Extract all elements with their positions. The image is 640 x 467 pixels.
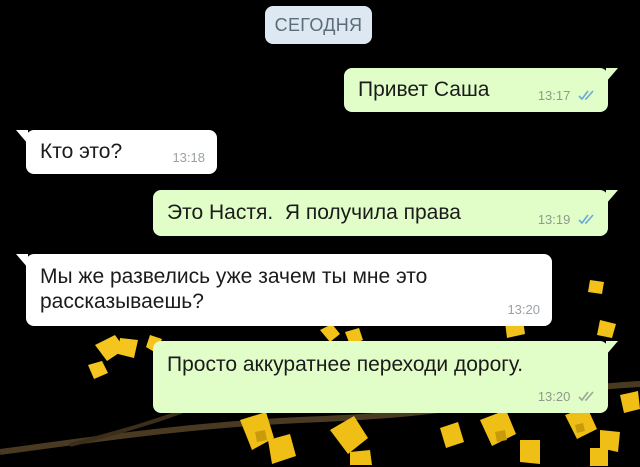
message-meta: 13:19 bbox=[538, 213, 596, 227]
bubble-tail-shape bbox=[16, 130, 28, 144]
message-text: Это Настя. Я получила права bbox=[167, 201, 461, 224]
message-meta: 13:20 bbox=[538, 390, 596, 404]
message-meta: 13:20 bbox=[507, 303, 540, 317]
outgoing-message-bubble[interactable]: Привет Саша 13:17 bbox=[344, 68, 618, 112]
incoming-message-bubble[interactable]: Мы же развелись уже зачем ты мне это рас… bbox=[16, 254, 552, 326]
date-separator-label: СЕГОДНЯ bbox=[274, 15, 363, 35]
message-meta: 13:18 bbox=[172, 151, 205, 165]
message-text: Просто аккуратнее переходи дорогу. bbox=[167, 353, 524, 376]
outgoing-message-bubble[interactable]: Просто аккуратнее переходи дорогу. 13:20 bbox=[153, 341, 618, 413]
message-time: 13:18 bbox=[172, 150, 205, 165]
double-check-icon bbox=[578, 90, 594, 101]
chat-screen: СЕГОДНЯ Привет Саша 13:17 Кто это? 13:18… bbox=[0, 0, 640, 467]
date-separator-chip: СЕГОДНЯ bbox=[265, 6, 372, 44]
message-meta: 13:17 bbox=[538, 89, 596, 103]
bubble-tail-shape bbox=[16, 254, 28, 268]
double-check-icon bbox=[578, 214, 594, 225]
bubble-tail-shape bbox=[606, 68, 618, 82]
message-time: 13:20 bbox=[537, 389, 571, 404]
message-text-line: рассказываешь? bbox=[40, 290, 204, 313]
message-time: 13:20 bbox=[507, 302, 540, 317]
message-text: Привет Саша bbox=[358, 78, 490, 101]
message-text: Кто это? bbox=[40, 140, 123, 163]
message-time: 13:19 bbox=[537, 212, 571, 227]
bubble-tail-shape bbox=[606, 341, 618, 355]
outgoing-message-bubble[interactable]: Это Настя. Я получила права 13:19 bbox=[153, 190, 618, 236]
incoming-message-bubble[interactable]: Кто это? 13:18 bbox=[16, 130, 217, 174]
double-check-icon bbox=[578, 391, 594, 402]
bubble-tail-shape bbox=[606, 190, 618, 204]
message-time: 13:17 bbox=[537, 88, 571, 103]
message-text-line: Мы же развелись уже зачем ты мне это bbox=[40, 265, 428, 288]
